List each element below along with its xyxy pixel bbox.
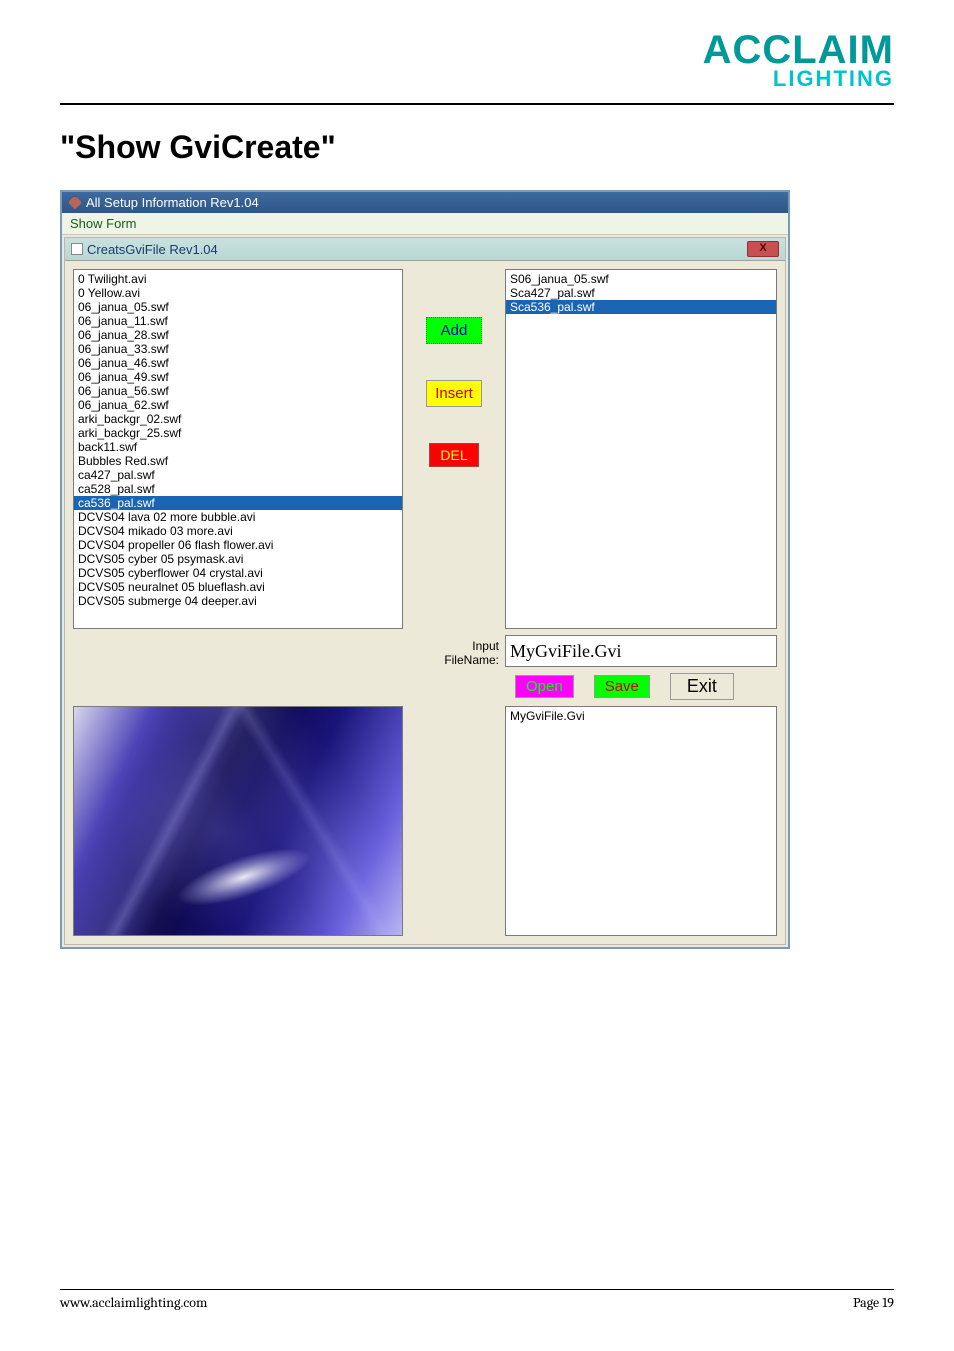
- inner-title-text: CreatsGviFile Rev1.04: [87, 242, 218, 257]
- outer-title-text: All Setup Information Rev1.04: [86, 195, 259, 210]
- list-item[interactable]: DCVS05 cyberflower 04 crystal.avi: [74, 566, 402, 580]
- outer-window: All Setup Information Rev1.04 Show Form …: [60, 190, 790, 949]
- list-item[interactable]: 06_janua_33.swf: [74, 342, 402, 356]
- list-item[interactable]: 06_janua_11.swf: [74, 314, 402, 328]
- list-item[interactable]: 06_janua_05.swf: [74, 300, 402, 314]
- list-item[interactable]: Bubbles Red.swf: [74, 454, 402, 468]
- list-item[interactable]: Sca427_pal.swf: [506, 286, 776, 300]
- list-item[interactable]: 06_janua_28.swf: [74, 328, 402, 342]
- exit-button[interactable]: Exit: [670, 673, 734, 700]
- footer-page: Page 19: [853, 1294, 894, 1311]
- inner-titlebar[interactable]: CreatsGviFile Rev1.04 X: [65, 238, 785, 261]
- close-button[interactable]: X: [747, 241, 779, 257]
- list-item[interactable]: 06_janua_62.swf: [74, 398, 402, 412]
- list-item[interactable]: ca536_pal.swf: [74, 496, 402, 510]
- list-item[interactable]: ca427_pal.swf: [74, 468, 402, 482]
- insert-button[interactable]: Insert: [426, 380, 482, 407]
- menu-bar[interactable]: Show Form: [62, 213, 788, 235]
- add-button[interactable]: Add: [426, 317, 483, 344]
- list-item[interactable]: 0 Yellow.avi: [74, 286, 402, 300]
- list-item[interactable]: arki_backgr_25.swf: [74, 426, 402, 440]
- list-item[interactable]: arki_backgr_02.swf: [74, 412, 402, 426]
- page-title: "Show GviCreate": [60, 129, 894, 166]
- logo-line1: ACCLAIM: [703, 30, 894, 70]
- save-button[interactable]: Save: [594, 675, 650, 698]
- list-item[interactable]: 06_janua_49.swf: [74, 370, 402, 384]
- menu-show-form[interactable]: Show Form: [70, 216, 136, 231]
- list-item[interactable]: S06_janua_05.swf: [506, 272, 776, 286]
- list-item[interactable]: DCVS04 lava 02 more bubble.avi: [74, 510, 402, 524]
- app-icon: [68, 196, 82, 210]
- list-item[interactable]: Sca536_pal.swf: [506, 300, 776, 314]
- target-file-list[interactable]: S06_janua_05.swfSca427_pal.swfSca536_pal…: [505, 269, 777, 629]
- filename-label: Input FileName:: [409, 635, 499, 667]
- filename-input[interactable]: [505, 635, 777, 667]
- outer-titlebar[interactable]: All Setup Information Rev1.04: [62, 192, 788, 213]
- list-item[interactable]: back11.swf: [74, 440, 402, 454]
- open-button[interactable]: Open: [515, 675, 574, 698]
- list-item[interactable]: DCVS04 propeller 06 flash flower.avi: [74, 538, 402, 552]
- list-item[interactable]: DCVS04 mikado 03 more.avi: [74, 524, 402, 538]
- brand-logo: ACCLAIM LIGHTING: [60, 30, 894, 91]
- inner-window: CreatsGviFile Rev1.04 X 0 Twilight.avi0 …: [64, 237, 786, 945]
- footer-url: www.acclaimlighting.com: [60, 1294, 207, 1311]
- action-buttons: Open Save Exit: [505, 673, 777, 700]
- dialog-icon: [71, 243, 83, 255]
- transfer-buttons: Add Insert DEL: [409, 269, 499, 629]
- source-file-list[interactable]: 0 Twilight.avi0 Yellow.avi06_janua_05.sw…: [73, 269, 403, 629]
- saved-gvi-list[interactable]: MyGviFile.Gvi: [505, 706, 777, 936]
- preview-image: [73, 706, 403, 936]
- list-item[interactable]: 06_janua_46.swf: [74, 356, 402, 370]
- list-item[interactable]: 0 Twilight.avi: [74, 272, 402, 286]
- list-item[interactable]: ca528_pal.swf: [74, 482, 402, 496]
- list-item[interactable]: DCVS05 cyber 05 psymask.avi: [74, 552, 402, 566]
- header-rule: [60, 103, 894, 105]
- list-item[interactable]: DCVS05 submerge 04 deeper.avi: [74, 594, 402, 608]
- list-item[interactable]: 06_janua_56.swf: [74, 384, 402, 398]
- page-footer: www.acclaimlighting.com Page 19: [60, 1289, 894, 1311]
- list-item[interactable]: DCVS05 neuralnet 05 blueflash.avi: [74, 580, 402, 594]
- delete-button[interactable]: DEL: [429, 443, 478, 467]
- list-item[interactable]: MyGviFile.Gvi: [510, 709, 772, 723]
